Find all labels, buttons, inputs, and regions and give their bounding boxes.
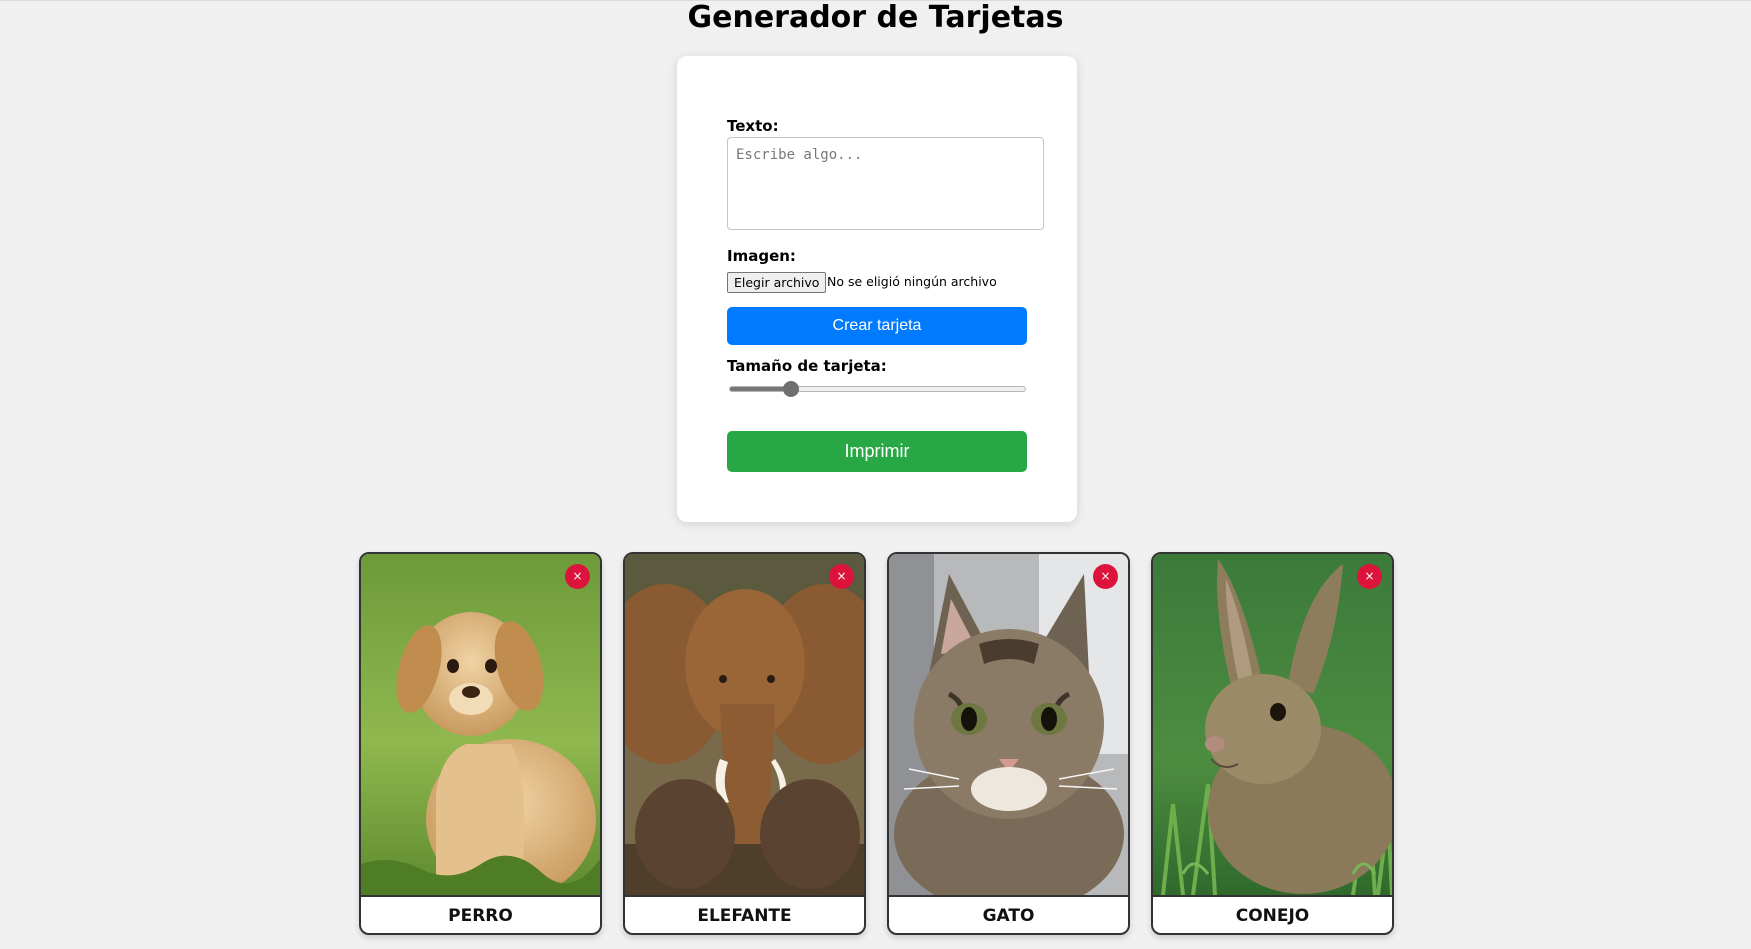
delete-card-button[interactable]: ×	[565, 564, 590, 589]
rabbit-photo-icon	[1153, 554, 1392, 895]
card-caption: CONEJO	[1153, 895, 1392, 933]
card-size-slider[interactable]	[729, 386, 1026, 392]
card-conejo: × CONEJO	[1151, 552, 1394, 935]
file-status-text: No se eligió ningún archivo	[827, 274, 997, 289]
choose-file-button[interactable]: Elegir archivo	[727, 272, 827, 293]
card-gato: × GATO	[887, 552, 1130, 935]
delete-card-button[interactable]: ×	[1357, 564, 1382, 589]
card-elefante: × ELEFANTE	[623, 552, 866, 935]
puppy-photo-icon	[361, 554, 600, 895]
image-label: Imagen:	[727, 247, 796, 265]
kitten-photo-icon	[889, 554, 1128, 895]
create-card-button[interactable]: Crear tarjeta	[727, 307, 1027, 345]
card-caption: ELEFANTE	[625, 895, 864, 933]
page-title: Generador de Tarjetas	[687, 0, 1064, 35]
card-caption: PERRO	[361, 895, 600, 933]
delete-card-button[interactable]: ×	[829, 564, 854, 589]
card-form-panel: Texto: Imagen: Elegir archivo No se elig…	[677, 56, 1077, 522]
text-label: Texto:	[727, 117, 779, 135]
slider-thumb[interactable]	[783, 381, 800, 397]
text-input[interactable]	[727, 137, 1044, 230]
elephant-photo-icon	[625, 554, 864, 895]
card-size-label: Tamaño de tarjeta:	[727, 357, 887, 375]
card-perro: × PERRO	[359, 552, 602, 935]
print-button[interactable]: Imprimir	[727, 431, 1027, 472]
delete-card-button[interactable]: ×	[1093, 564, 1118, 589]
card-caption: GATO	[889, 895, 1128, 933]
